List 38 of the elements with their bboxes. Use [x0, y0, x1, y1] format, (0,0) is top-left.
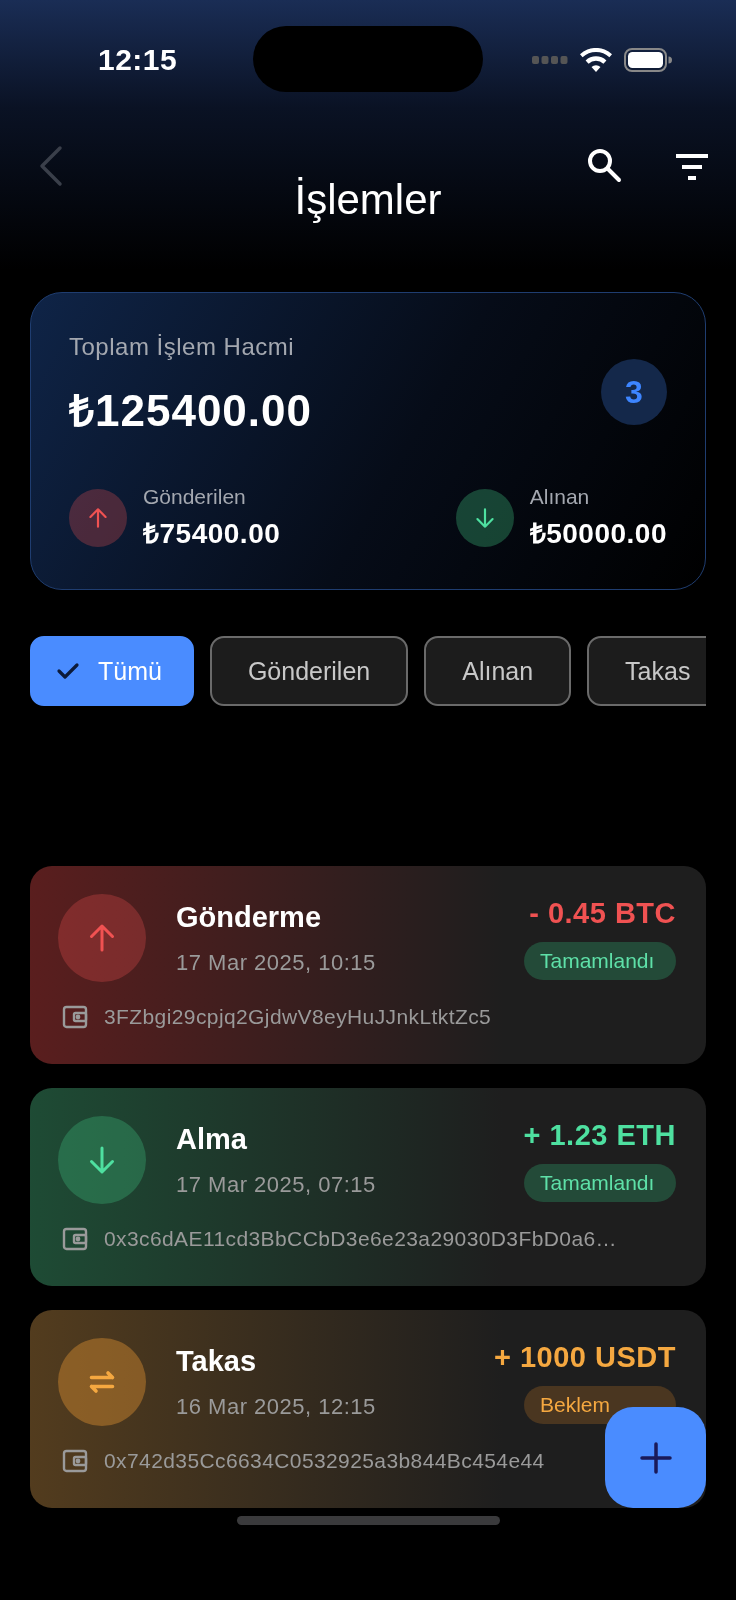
summary-item-label: Alınan — [529, 485, 591, 509]
wallet-icon — [62, 1448, 88, 1474]
wifi-icon — [580, 48, 612, 72]
summary-label: Toplam İşlem Hacmi — [69, 333, 296, 361]
total-amount: ₺125400.00 — [69, 385, 312, 437]
status-time: 12:15 — [98, 43, 178, 77]
transaction-amount: - 0.45 BTC — [529, 896, 676, 930]
page-title: İşlemler — [294, 176, 442, 224]
filter-chip[interactable]: Takas — [587, 636, 706, 706]
transaction-card[interactable]: Gönderme 17 Mar 2025, 10:15 - 0.45 BTC Tamamlandı 3FZbgi29cpjq2GjdwV8eyHuJJnkLtktZc5 — [30, 866, 706, 1064]
filter-chip[interactable]: Alınan — [424, 636, 572, 706]
plus-icon — [638, 1440, 673, 1475]
wallet-address: 3FZbgi29cpjq2GjdwV8eyHuJJnkLtktZc5 — [104, 1005, 492, 1029]
search-icon[interactable] — [585, 146, 623, 184]
transaction-title: Alma — [176, 1122, 248, 1156]
battery-icon — [624, 48, 672, 72]
wallet-icon — [62, 1226, 88, 1252]
summary-item-label: Gönderilen — [143, 485, 247, 509]
transaction-amount: + 1000 USDT — [494, 1340, 676, 1374]
summary-item-value: ₺50000.00 — [529, 517, 667, 551]
transaction-amount: + 1.23 ETH — [523, 1118, 676, 1152]
transaction-title: Takas — [176, 1344, 258, 1378]
checkmark-icon — [56, 661, 80, 681]
signal-icon — [532, 56, 568, 64]
count-badge: 3 — [601, 359, 667, 425]
transaction-date: 16 Mar 2025, 12:15 — [176, 1393, 377, 1420]
wallet-address: 0x742d35Cc6634C0532925a3b844Bc454e44 — [104, 1449, 545, 1473]
filter-chip[interactable]: Gönderilen — [209, 636, 409, 706]
wallet-icon — [62, 1004, 88, 1030]
transaction-card[interactable]: Alma 17 Mar 2025, 07:15 + 1.23 ETH Tamamlandı 0x3c6dAE11cd3BbCCbD3e6e23a29030D3FbD0a6… — [30, 1088, 706, 1286]
transaction-title: Gönderme — [176, 900, 323, 934]
transaction-card[interactable]: Takas 16 Mar 2025, 12:15 + 1000 USDT Beklem 0x742d35Cc6634C0532925a3b844Bc454e44 — [30, 1310, 706, 1508]
wallet-address: 0x3c6dAE11cd3BbCCbD3e6e23a29030D3FbD0a6… — [104, 1227, 617, 1251]
status-badge: Tamamlandı — [524, 1163, 676, 1202]
transaction-date: 17 Mar 2025, 10:15 — [176, 949, 377, 976]
status-badge: Tamamlandı — [524, 941, 676, 980]
summary-item-value: ₺75400.00 — [143, 517, 281, 551]
transaction-date: 17 Mar 2025, 07:15 — [176, 1171, 377, 1198]
